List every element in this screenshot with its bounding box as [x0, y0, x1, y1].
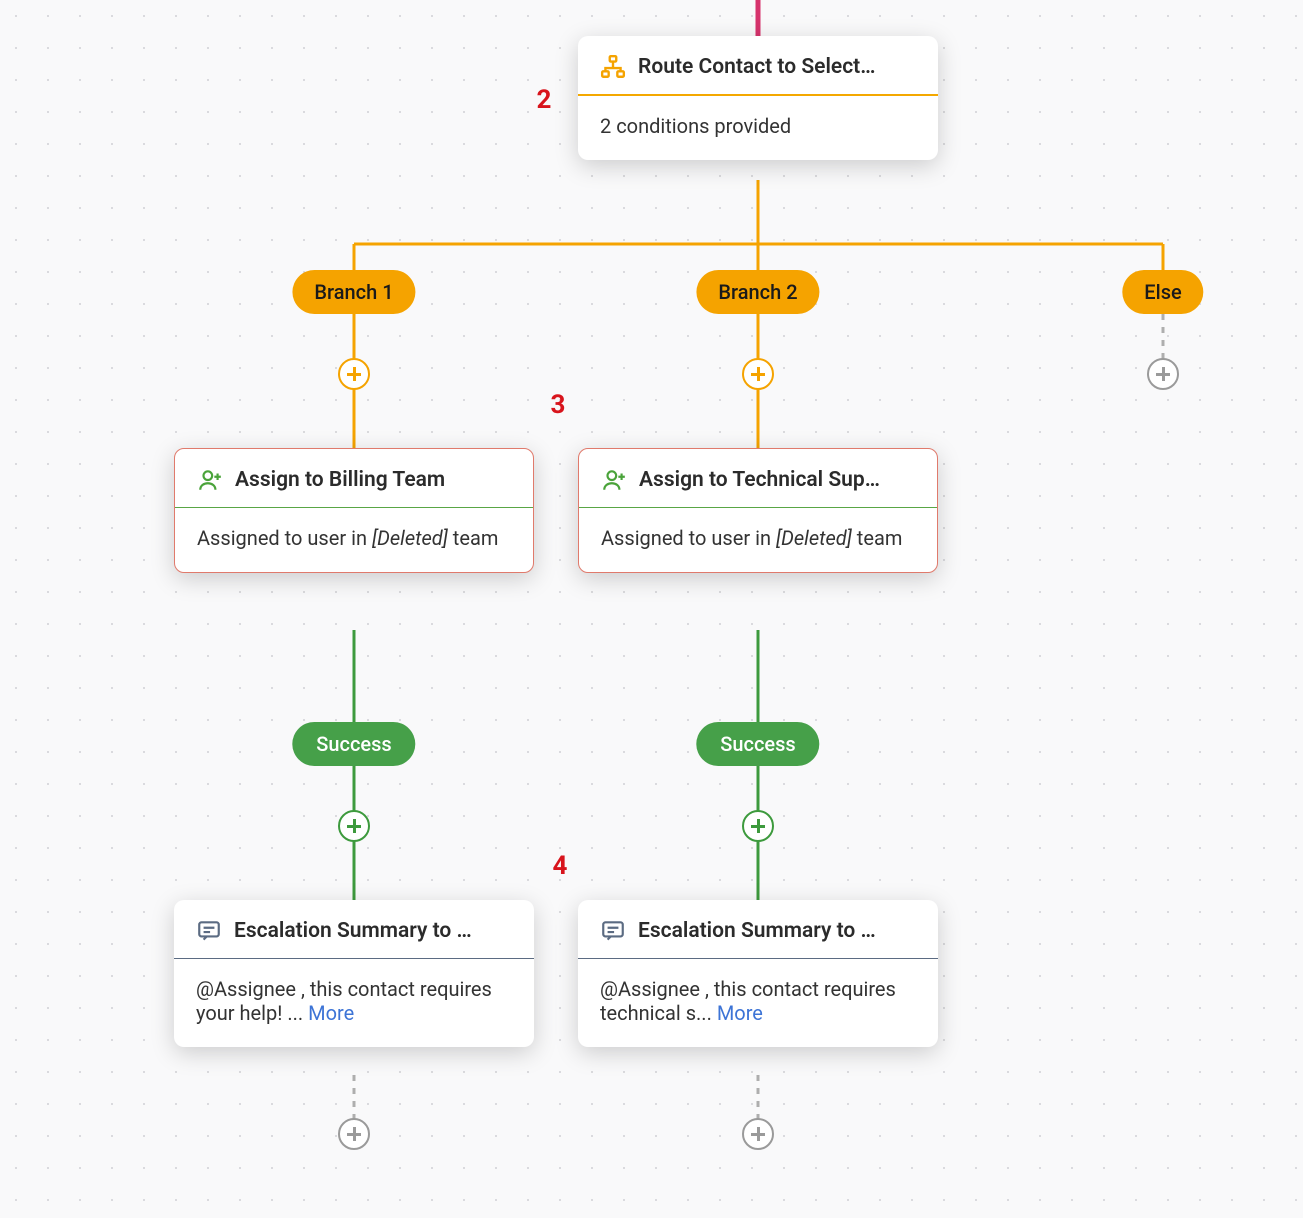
route-contact-node[interactable]: Route Contact to Select… 2 conditions pr… [578, 36, 938, 160]
branch-pill-1[interactable]: Branch 1 [292, 270, 415, 314]
summary-body-1: @Assignee , this contact requires your h… [174, 959, 534, 1047]
add-step-else-button[interactable] [1147, 358, 1179, 390]
comment-icon [600, 918, 626, 944]
step-number-2: 2 [537, 85, 552, 115]
assign-technical-title: Assign to Technical Sup… [639, 468, 915, 492]
more-link[interactable]: More [717, 1001, 763, 1025]
route-node-body: 2 conditions provided [578, 96, 938, 160]
add-step-success2-button[interactable] [742, 810, 774, 842]
assign-technical-body: Assigned to user in [Deleted] team [579, 508, 937, 572]
escalation-summary-node-2[interactable]: Escalation Summary to … @Assignee , this… [578, 900, 938, 1047]
success-pill-2[interactable]: Success [696, 722, 819, 766]
summary-title-1: Escalation Summary to … [234, 919, 512, 943]
summary-title-2: Escalation Summary to … [638, 919, 916, 943]
assign-person-icon [601, 467, 627, 493]
escalation-summary-node-1[interactable]: Escalation Summary to … @Assignee , this… [174, 900, 534, 1047]
step-number-4: 4 [553, 851, 568, 881]
success-pill-1[interactable]: Success [292, 722, 415, 766]
assign-billing-body: Assigned to user in [Deleted] team [175, 508, 533, 572]
workflow-canvas[interactable]: 2 3 4 Route Contact to Select… 2 conditi… [0, 0, 1303, 1218]
branch-pill-2[interactable]: Branch 2 [696, 270, 819, 314]
branch-pill-else[interactable]: Else [1122, 270, 1203, 314]
assign-billing-node[interactable]: Assign to Billing Team Assigned to user … [174, 448, 534, 573]
assign-technical-node[interactable]: Assign to Technical Sup… Assigned to use… [578, 448, 938, 573]
add-step-branch2-button[interactable] [742, 358, 774, 390]
assign-billing-title: Assign to Billing Team [235, 468, 511, 492]
more-link[interactable]: More [308, 1001, 354, 1025]
add-step-after-summary2-button[interactable] [742, 1118, 774, 1150]
add-step-branch1-button[interactable] [338, 358, 370, 390]
deleted-team-label: [Deleted] [372, 526, 448, 550]
deleted-team-label: [Deleted] [776, 526, 852, 550]
hierarchy-icon [600, 54, 626, 80]
comment-icon [196, 918, 222, 944]
route-node-title: Route Contact to Select… [638, 55, 916, 79]
add-step-success1-button[interactable] [338, 810, 370, 842]
assign-person-icon [197, 467, 223, 493]
add-step-after-summary1-button[interactable] [338, 1118, 370, 1150]
summary-body-2: @Assignee , this contact requires techni… [578, 959, 938, 1047]
step-number-3: 3 [551, 390, 566, 420]
